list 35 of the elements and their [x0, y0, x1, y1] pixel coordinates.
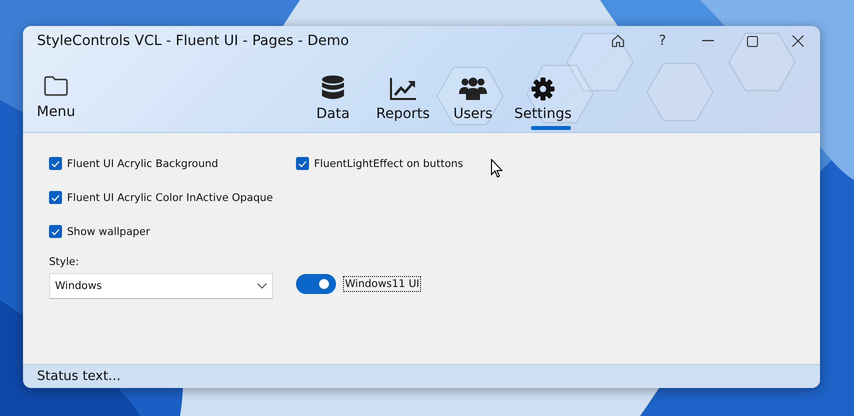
users-icon: [459, 77, 487, 101]
nav-tab[interactable]: Users: [438, 71, 508, 131]
nav-tab[interactable]: Reports: [368, 71, 438, 131]
toggle-switch[interactable]: [296, 274, 336, 294]
mouse-cursor-icon: [491, 159, 503, 178]
close-icon: [792, 35, 804, 47]
style-dropdown[interactable]: Windows: [49, 273, 273, 299]
checkbox-option[interactable]: Show wallpaper: [49, 218, 296, 245]
nav-tab[interactable]: Data: [298, 71, 368, 131]
hexagon-outline: [728, 32, 796, 92]
window-title: StyleControls VCL - Fluent UI - Pages - Demo: [37, 33, 349, 49]
database-icon: [321, 75, 345, 101]
checkbox-option[interactable]: Fluent UI Acrylic Color InActive Opaque: [49, 184, 296, 211]
checkbox-option[interactable]: Fluent UI Acrylic Background: [49, 150, 296, 177]
checkbox-option[interactable]: FluentLightEffect on buttons: [296, 150, 464, 177]
line-chart-icon: [389, 77, 417, 101]
hexagon-outline: [646, 62, 714, 122]
checkbox[interactable]: [49, 225, 62, 238]
maximize-icon: [747, 36, 758, 46]
folder-icon: [44, 76, 68, 96]
selected-indicator: [531, 126, 571, 130]
minimize-icon: [702, 40, 714, 42]
status-text: Status text...: [37, 369, 121, 384]
chevron-down-icon: [257, 283, 267, 289]
checkbox[interactable]: [296, 157, 309, 170]
menu-button[interactable]: Menu: [23, 56, 89, 121]
toggle-label: Windows11 UI: [343, 276, 422, 292]
style-label: Style:: [49, 256, 80, 268]
checkbox[interactable]: [49, 157, 62, 170]
gear-icon: [531, 77, 555, 101]
checkbox[interactable]: [49, 191, 62, 204]
nav-tab[interactable]: Settings: [508, 71, 578, 131]
help-button[interactable]: ?: [640, 26, 685, 56]
home-icon: [610, 34, 624, 48]
hexagon-outline: [566, 32, 634, 92]
